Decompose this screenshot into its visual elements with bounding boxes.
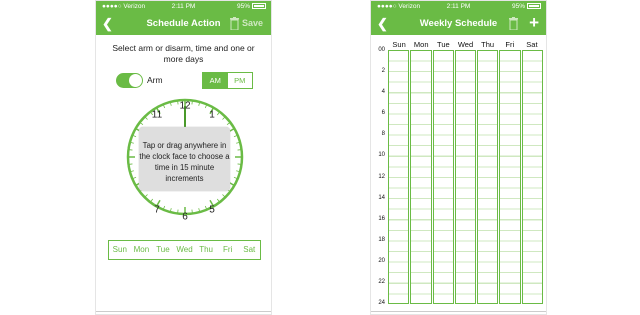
nav-bar: ❮ Weekly Schedule + [371, 12, 546, 35]
clock-hint-overlay: Tap or drag anywhere in the clock face t… [139, 127, 230, 191]
clock-tick [237, 163, 242, 165]
day-selector: Sun Mon Tue Wed Thu Fri Sat [108, 240, 261, 260]
hour-label: 16 [378, 216, 385, 222]
day-column-tue[interactable] [432, 50, 454, 304]
status-bar: ●●●●○ Verizon 2:11 PM 95% [371, 1, 546, 12]
day-header-wed: Wed [457, 40, 474, 49]
clock-tick [128, 163, 133, 165]
clock-tick [191, 100, 193, 105]
hour-label: 2 [381, 68, 385, 74]
trash-icon[interactable] [509, 17, 518, 30]
hour-label: 20 [378, 258, 385, 264]
status-bar: ●●●●○ Verizon 2:11 PM 95% [96, 1, 271, 12]
day-column-mon[interactable] [410, 50, 432, 304]
schedule-action-screen: ●●●●○ Verizon 2:11 PM 95% ❮ Schedule Act… [95, 0, 272, 315]
plus-icon[interactable]: + [529, 12, 539, 34]
hour-label: 8 [381, 131, 385, 137]
pm-button[interactable]: PM [227, 73, 252, 88]
save-button[interactable]: Save [242, 12, 263, 35]
toggle-knob [129, 74, 142, 87]
hour-label: 6 [381, 110, 385, 116]
hour-label: 24 [378, 300, 385, 306]
am-pm-selector: AM PM [202, 72, 253, 89]
day-thu[interactable]: Thu [195, 241, 217, 259]
divider [96, 311, 271, 312]
clock-number-1: 1 [209, 109, 215, 121]
hour-label: 4 [381, 89, 385, 95]
instruction-text: Select arm or disarm, time and one or mo… [112, 43, 255, 64]
day-header-row: Sun Mon Tue Wed Thu Fri Sat [388, 40, 543, 50]
battery-icon [527, 3, 541, 10]
arm-toggle[interactable] [116, 73, 143, 88]
day-header-sat: Sat [526, 40, 538, 49]
hour-label: 22 [378, 279, 385, 285]
day-column-thu[interactable] [477, 50, 499, 304]
hour-label: 10 [378, 152, 385, 158]
day-fri[interactable]: Fri [217, 241, 239, 259]
clock-tick [191, 209, 193, 214]
day-column-fri[interactable] [499, 50, 521, 304]
battery-percent: 95% [511, 3, 525, 10]
battery-indicator: 95% [237, 1, 266, 12]
arm-toggle-row: Arm AM PM [96, 69, 271, 91]
day-column-sat[interactable] [521, 50, 543, 304]
day-sun[interactable]: Sun [109, 241, 131, 259]
clock-number-5: 5 [209, 204, 215, 216]
hour-label: 18 [378, 237, 385, 243]
day-header-tue: Tue [437, 40, 450, 49]
day-header-fri: Fri [505, 40, 515, 49]
clock-number-6: 6 [182, 211, 188, 223]
divider [371, 311, 546, 312]
day-column-wed[interactable] [454, 50, 477, 304]
nav-bar: ❮ Schedule Action Save [96, 12, 271, 35]
clock-number-11: 11 [151, 109, 163, 121]
trash-icon[interactable] [230, 17, 239, 30]
clock-tick [177, 209, 179, 214]
day-column-sun[interactable] [388, 50, 410, 304]
clock-tick [237, 149, 242, 151]
clock-tick [177, 100, 179, 105]
day-header-thu: Thu [481, 40, 495, 49]
clock-tick [128, 149, 133, 151]
hour-label: 12 [378, 174, 385, 180]
arm-label: Arm [147, 75, 163, 85]
battery-icon [252, 3, 266, 10]
hour-label: 14 [378, 195, 385, 201]
day-header-mon: Mon [413, 40, 429, 49]
day-wed[interactable]: Wed [174, 241, 196, 259]
day-tue[interactable]: Tue [152, 241, 174, 259]
day-mon[interactable]: Mon [131, 241, 153, 259]
day-header-sun: Sun [392, 40, 406, 49]
page-title: Weekly Schedule [419, 18, 498, 29]
hour-axis: 00 2 4 6 8 10 12 14 16 18 20 22 24 [371, 47, 388, 307]
schedule-grid [388, 50, 543, 304]
battery-indicator: 95% [512, 1, 541, 12]
clock-number-7: 7 [154, 204, 160, 216]
hour-label: 00 [378, 47, 385, 53]
battery-percent: 95% [236, 3, 250, 10]
am-button[interactable]: AM [203, 73, 228, 88]
clock-number-12: 12 [179, 100, 191, 112]
weekly-schedule-screen: ●●●●○ Verizon 2:11 PM 95% ❮ Weekly Sched… [370, 0, 547, 315]
day-sat[interactable]: Sat [238, 241, 260, 259]
